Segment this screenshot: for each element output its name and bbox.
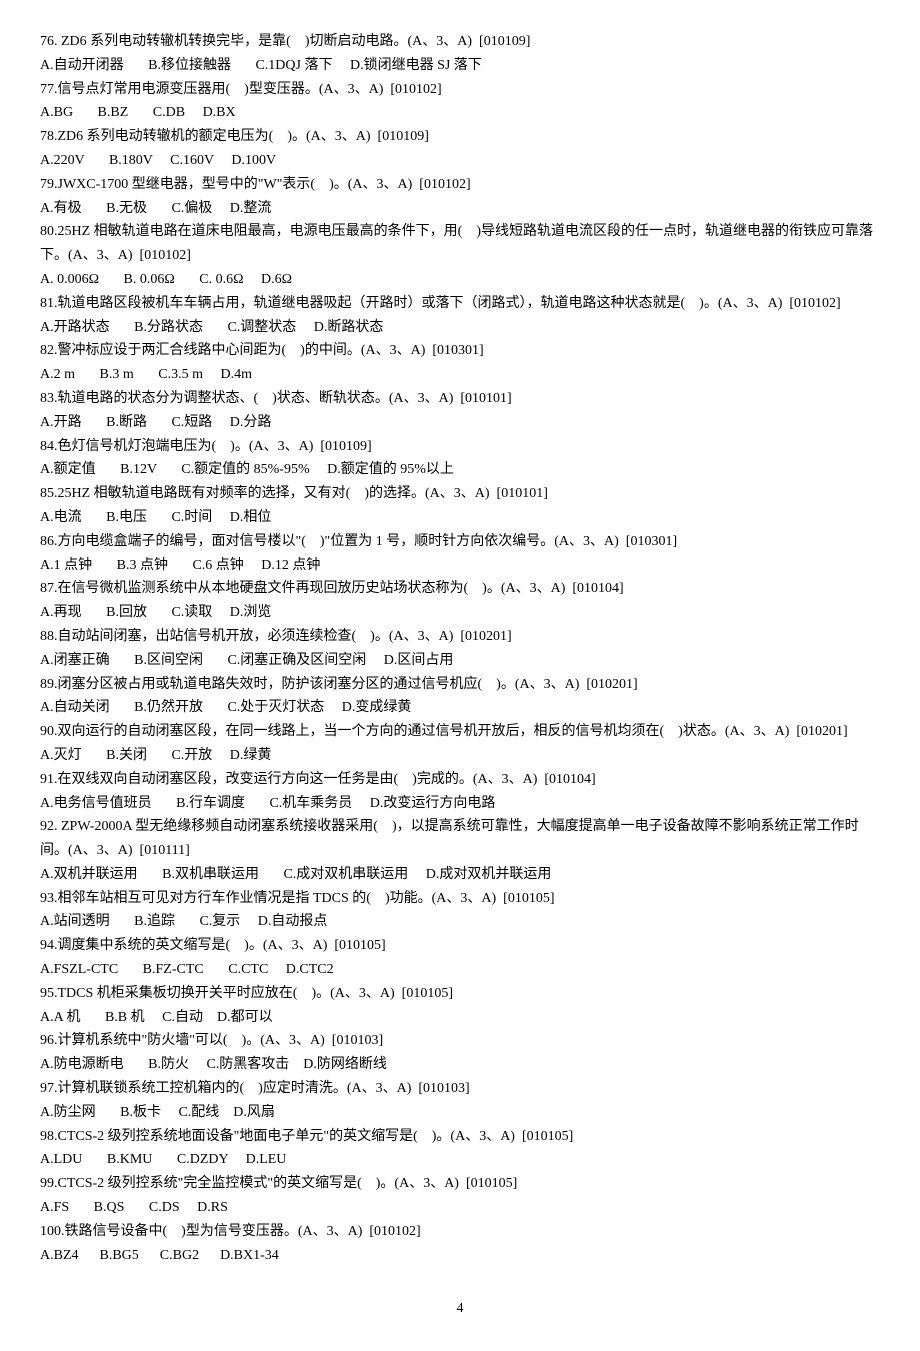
question-options: A.FSZL-CTC B.FZ-CTC C.CTC D.CTC2 bbox=[40, 958, 880, 982]
question-options: A.LDU B.KMU C.DZDY D.LEU bbox=[40, 1148, 880, 1172]
question-text: 96.计算机系统中"防火墙"可以( )。(A、3、A) [010103] bbox=[40, 1029, 880, 1053]
question-text: 77.信号点灯常用电源变压器用( )型变压器。(A、3、A) [010102] bbox=[40, 78, 880, 102]
question-text: 82.警冲标应设于两汇合线路中心间距为( )的中间。(A、3、A) [01030… bbox=[40, 339, 880, 363]
question-text: 87.在信号微机监测系统中从本地硬盘文件再现回放历史站场状态称为( )。(A、3… bbox=[40, 577, 880, 601]
question-options: A.额定值 B.12V C.额定值的 85%-95% D.额定值的 95%以上 bbox=[40, 458, 880, 482]
question-options: A.220V B.180V C.160V D.100V bbox=[40, 149, 880, 173]
question-text: 92. ZPW-2000A 型无绝缘移频自动闭塞系统接收器采用( )，以提高系统… bbox=[40, 815, 880, 863]
question-options: A.防尘网 B.板卡 C.配线 D.风扇 bbox=[40, 1101, 880, 1125]
question-options: A.开路状态 B.分路状态 C.调整状态 D.断路状态 bbox=[40, 316, 880, 340]
question-options: A.FS B.QS C.DS D.RS bbox=[40, 1196, 880, 1220]
question-text: 80.25HZ 相敏轨道电路在道床电阻最高，电源电压最高的条件下，用( )导线短… bbox=[40, 220, 880, 268]
question-options: A.电务信号值班员 B.行车调度 C.机车乘务员 D.改变运行方向电路 bbox=[40, 792, 880, 816]
question-text: 85.25HZ 相敏轨道电路既有对频率的选择，又有对( )的选择。(A、3、A)… bbox=[40, 482, 880, 506]
question-options: A.闭塞正确 B.区间空闲 C.闭塞正确及区间空闲 D.区间占用 bbox=[40, 649, 880, 673]
page-number: 4 bbox=[40, 1297, 880, 1321]
question-text: 94.调度集中系统的英文缩写是( )。(A、3、A) [010105] bbox=[40, 934, 880, 958]
question-options: A.2 m B.3 m C.3.5 m D.4m bbox=[40, 363, 880, 387]
question-text: 89.闭塞分区被占用或轨道电路失效时，防护该闭塞分区的通过信号机应( )。(A、… bbox=[40, 673, 880, 697]
question-text: 78.ZD6 系列电动转辙机的额定电压为( )。(A、3、A) [010109] bbox=[40, 125, 880, 149]
question-text: 88.自动站间闭塞，出站信号机开放，必须连续检查( )。(A、3、A) [010… bbox=[40, 625, 880, 649]
question-text: 84.色灯信号机灯泡端电压为( )。(A、3、A) [010109] bbox=[40, 435, 880, 459]
question-options: A.开路 B.断路 C.短路 D.分路 bbox=[40, 411, 880, 435]
question-text: 99.CTCS-2 级列控系统"完全监控模式"的英文缩写是( )。(A、3、A)… bbox=[40, 1172, 880, 1196]
question-text: 98.CTCS-2 级列控系统地面设备"地面电子单元"的英文缩写是( )。(A、… bbox=[40, 1125, 880, 1149]
question-options: A.站间透明 B.追踪 C.复示 D.自动报点 bbox=[40, 910, 880, 934]
question-text: 93.相邻车站相互可见对方行车作业情况是指 TDCS 的( )功能。(A、3、A… bbox=[40, 887, 880, 911]
question-text: 79.JWXC-1700 型继电器，型号中的"W"表示( )。(A、3、A) [… bbox=[40, 173, 880, 197]
question-options: A.自动开闭器 B.移位接触器 C.1DQJ 落下 D.锁闭继电器 SJ 落下 bbox=[40, 54, 880, 78]
question-text: 90.双向运行的自动闭塞区段，在同一线路上，当一个方向的通过信号机开放后，相反的… bbox=[40, 720, 880, 744]
question-options: A.自动关闭 B.仍然开放 C.处于灭灯状态 D.变成绿黄 bbox=[40, 696, 880, 720]
question-options: A.双机并联运用 B.双机串联运用 C.成对双机串联运用 D.成对双机并联运用 bbox=[40, 863, 880, 887]
question-options: A.A 机 B.B 机 C.自动 D.都可以 bbox=[40, 1006, 880, 1030]
question-options: A.1 点钟 B.3 点钟 C.6 点钟 D.12 点钟 bbox=[40, 554, 880, 578]
question-options: A.BG B.BZ C.DB D.BX bbox=[40, 101, 880, 125]
question-text: 81.轨道电路区段被机车车辆占用，轨道继电器吸起（开路时）或落下（闭路式），轨道… bbox=[40, 292, 880, 316]
question-options: A.有极 B.无极 C.偏极 D.整流 bbox=[40, 197, 880, 221]
question-options: A.BZ4 B.BG5 C.BG2 D.BX1-34 bbox=[40, 1244, 880, 1268]
question-options: A.防电源断电 B.防火 C.防黑客攻击 D.防网络断线 bbox=[40, 1053, 880, 1077]
question-options: A.灭灯 B.关闭 C.开放 D.绿黄 bbox=[40, 744, 880, 768]
question-text: 100.铁路信号设备中( )型为信号变压器。(A、3、A) [010102] bbox=[40, 1220, 880, 1244]
question-options: A.电流 B.电压 C.时间 D.相位 bbox=[40, 506, 880, 530]
question-text: 91.在双线双向自动闭塞区段，改变运行方向这一任务是由( )完成的。(A、3、A… bbox=[40, 768, 880, 792]
question-text: 83.轨道电路的状态分为调整状态、( )状态、断轨状态。(A、3、A) [010… bbox=[40, 387, 880, 411]
question-text: 86.方向电缆盒端子的编号，面对信号楼以"( )"位置为 1 号，顺时针方向依次… bbox=[40, 530, 880, 554]
question-text: 97.计算机联锁系统工控机箱内的( )应定时清洗。(A、3、A) [010103… bbox=[40, 1077, 880, 1101]
question-options: A.再现 B.回放 C.读取 D.浏览 bbox=[40, 601, 880, 625]
question-text: 76. ZD6 系列电动转辙机转换完毕，是靠( )切断启动电路。(A、3、A) … bbox=[40, 30, 880, 54]
question-options: A. 0.006Ω B. 0.06Ω C. 0.6Ω D.6Ω bbox=[40, 268, 880, 292]
question-text: 95.TDCS 机柜采集板切换开关平时应放在( )。(A、3、A) [01010… bbox=[40, 982, 880, 1006]
